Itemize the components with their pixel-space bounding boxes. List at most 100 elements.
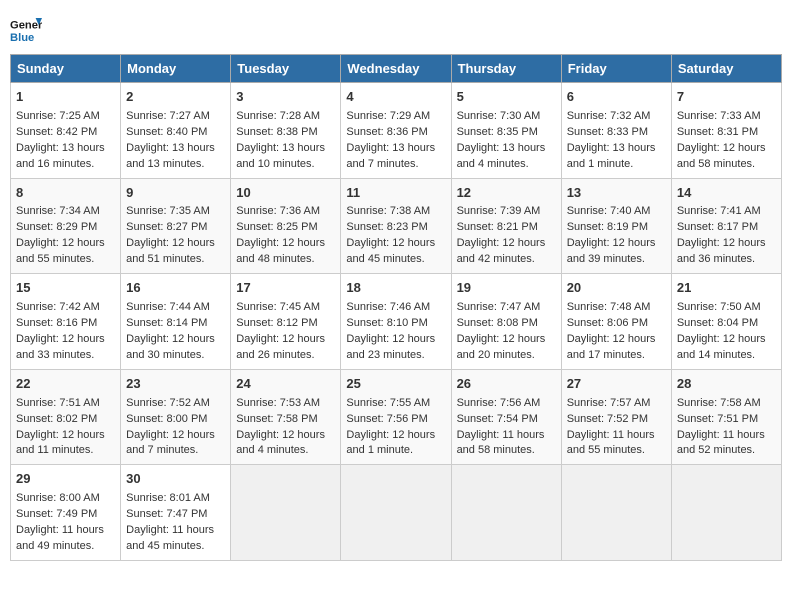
day-number: 3 [236,88,335,107]
day-info-line: and 58 minutes. [677,157,776,173]
day-info-line: Sunset: 8:02 PM [16,412,115,428]
cell-week1-day5: 5Sunrise: 7:30 AMSunset: 8:35 PMDaylight… [451,83,561,179]
day-info-line: Sunrise: 7:32 AM [567,109,666,125]
day-info-line: Sunrise: 7:25 AM [16,109,115,125]
day-info-line: Sunset: 8:00 PM [126,412,225,428]
cell-week3-day7: 21Sunrise: 7:50 AMSunset: 8:04 PMDayligh… [671,274,781,370]
day-info-line: Daylight: 12 hours [346,428,445,444]
day-info-line: Daylight: 12 hours [236,332,335,348]
day-number: 13 [567,184,666,203]
day-info-line: Daylight: 11 hours [457,428,556,444]
day-info-line: Sunrise: 7:58 AM [677,396,776,412]
day-info-line: and 20 minutes. [457,348,556,364]
day-info-line: and 7 minutes. [126,443,225,459]
cell-week2-day7: 14Sunrise: 7:41 AMSunset: 8:17 PMDayligh… [671,178,781,274]
day-info-line: Sunrise: 7:42 AM [16,300,115,316]
cell-week1-day3: 3Sunrise: 7:28 AMSunset: 8:38 PMDaylight… [231,83,341,179]
day-info-line: Daylight: 12 hours [677,236,776,252]
day-info-line: Daylight: 12 hours [126,428,225,444]
day-info-line: and 1 minute. [567,157,666,173]
day-number: 23 [126,375,225,394]
week-row-2: 8Sunrise: 7:34 AMSunset: 8:29 PMDaylight… [11,178,782,274]
cell-week5-day2: 30Sunrise: 8:01 AMSunset: 7:47 PMDayligh… [121,465,231,561]
day-info-line: and 4 minutes. [457,157,556,173]
week-row-1: 1Sunrise: 7:25 AMSunset: 8:42 PMDaylight… [11,83,782,179]
day-info-line: Sunset: 8:19 PM [567,220,666,236]
day-number: 12 [457,184,556,203]
cell-week4-day6: 27Sunrise: 7:57 AMSunset: 7:52 PMDayligh… [561,369,671,465]
cell-week2-day6: 13Sunrise: 7:40 AMSunset: 8:19 PMDayligh… [561,178,671,274]
week-row-5: 29Sunrise: 8:00 AMSunset: 7:49 PMDayligh… [11,465,782,561]
day-info-line: and 55 minutes. [567,443,666,459]
day-info-line: Sunrise: 7:27 AM [126,109,225,125]
cell-week4-day4: 25 Sunrise: 7:55 AMSunset: 7:56 PMDayligh… [341,369,451,465]
cell-week4-day2: 23Sunrise: 7:52 AMSunset: 8:00 PMDayligh… [121,369,231,465]
day-info-line: Sunrise: 7:56 AM [457,396,556,412]
day-info-line: Daylight: 12 hours [346,332,445,348]
day-info-line: Sunset: 7:56 PM [346,412,445,428]
day-info-line: Daylight: 13 hours [236,141,335,157]
day-info-line: and 58 minutes. [457,443,556,459]
day-info-line: Sunset: 8:42 PM [16,125,115,141]
day-number: 28 [677,375,776,394]
day-info-line: Sunrise: 7:51 AM [16,396,115,412]
day-info-line: Daylight: 12 hours [126,236,225,252]
day-info-line: Sunset: 8:21 PM [457,220,556,236]
day-info-line: Sunset: 8:27 PM [126,220,225,236]
day-number: 24 [236,375,335,394]
day-number: 5 [457,88,556,107]
day-info-line: and 10 minutes. [236,157,335,173]
day-info-line: Daylight: 12 hours [567,236,666,252]
day-info-line: Sunrise: 7:35 AM [126,204,225,220]
day-info-line: and 16 minutes. [16,157,115,173]
day-info-line: Sunset: 8:33 PM [567,125,666,141]
cell-week3-day3: 17Sunrise: 7:45 AMSunset: 8:12 PMDayligh… [231,274,341,370]
day-info-line: Sunrise: 7:45 AM [236,300,335,316]
cell-week1-day1: 1Sunrise: 7:25 AMSunset: 8:42 PMDaylight… [11,83,121,179]
day-info-line: Daylight: 13 hours [457,141,556,157]
day-info-line: and 7 minutes. [346,157,445,173]
cell-week1-day7: 7Sunrise: 7:33 AMSunset: 8:31 PMDaylight… [671,83,781,179]
header-cell-sunday: Sunday [11,55,121,83]
day-info-line: and 33 minutes. [16,348,115,364]
day-info-line: Sunrise: 8:00 AM [16,491,115,507]
day-info-line: Daylight: 12 hours [16,428,115,444]
day-info-line: and 51 minutes. [126,252,225,268]
week-row-4: 22Sunrise: 7:51 AMSunset: 8:02 PMDayligh… [11,369,782,465]
day-info-line: Daylight: 12 hours [457,236,556,252]
day-info-line: Sunset: 8:04 PM [677,316,776,332]
day-info-line: and 4 minutes. [236,443,335,459]
day-info-line: Sunrise: 7:40 AM [567,204,666,220]
day-info-line: Sunrise: 7:47 AM [457,300,556,316]
day-info-line: Daylight: 11 hours [677,428,776,444]
day-number: 4 [346,88,445,107]
day-number: 25 [346,375,445,394]
cell-week1-day6: 6Sunrise: 7:32 AMSunset: 8:33 PMDaylight… [561,83,671,179]
day-info-line: and 26 minutes. [236,348,335,364]
day-info-line: Daylight: 12 hours [457,332,556,348]
day-info-line: Sunrise: 7:38 AM [346,204,445,220]
day-number: 16 [126,279,225,298]
day-info-line: Sunset: 8:31 PM [677,125,776,141]
day-number: 29 [16,470,115,489]
day-info-line: Daylight: 13 hours [346,141,445,157]
day-info-line: Sunrise: 7:30 AM [457,109,556,125]
cell-week3-day1: 15Sunrise: 7:42 AMSunset: 8:16 PMDayligh… [11,274,121,370]
day-info-line: and 17 minutes. [567,348,666,364]
day-info-line: Sunset: 7:51 PM [677,412,776,428]
day-info-line: Sunrise: 7:34 AM [16,204,115,220]
day-info-line: Sunrise: 7:48 AM [567,300,666,316]
cell-week2-day4: 11Sunrise: 7:38 AMSunset: 8:23 PMDayligh… [341,178,451,274]
day-info-line: Sunset: 8:17 PM [677,220,776,236]
day-info-line: and 52 minutes. [677,443,776,459]
day-info-line: Sunrise: 7:55 AM [346,396,445,412]
cell-week5-day5 [451,465,561,561]
day-info-line: and 30 minutes. [126,348,225,364]
day-info-line: Sunset: 8:29 PM [16,220,115,236]
cell-week4-day5: 26Sunrise: 7:56 AMSunset: 7:54 PMDayligh… [451,369,561,465]
cell-week5-day7 [671,465,781,561]
day-info-line: Sunrise: 7:53 AM [236,396,335,412]
day-info-line: and 11 minutes. [16,443,115,459]
day-info-line: Daylight: 12 hours [567,332,666,348]
cell-week5-day1: 29Sunrise: 8:00 AMSunset: 7:49 PMDayligh… [11,465,121,561]
